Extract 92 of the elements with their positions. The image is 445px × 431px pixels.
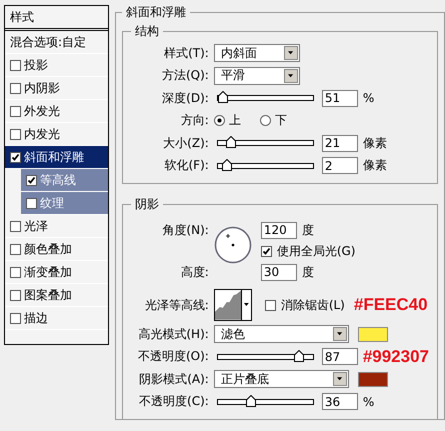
dropdown[interactable]: 正片叠底 <box>214 370 349 388</box>
number-field[interactable]: 87 <box>322 348 358 366</box>
sidebar-item[interactable]: 颜色叠加 <box>5 238 108 261</box>
dropdown[interactable]: 平滑 <box>214 66 300 85</box>
sidebar-item-label: 内阴影 <box>24 80 60 96</box>
sidebar-item-label: 纹理 <box>40 194 64 212</box>
dropdown-arrow-icon[interactable] <box>241 290 251 320</box>
field-label: 高光模式(H): <box>137 326 209 343</box>
checkbox[interactable] <box>10 128 21 140</box>
checkbox[interactable] <box>10 244 21 254</box>
slider-thumb[interactable] <box>222 158 232 171</box>
field-label: 高度: <box>180 264 209 280</box>
number-field[interactable]: 21 <box>322 134 358 152</box>
sidebar-item-label: 光泽 <box>24 218 48 234</box>
number-field[interactable]: 120 <box>260 222 297 238</box>
sidebar-item[interactable]: 斜面和浮雕 <box>5 146 108 169</box>
unit-label: 像素 <box>362 134 387 152</box>
slider-thumb[interactable] <box>218 91 228 104</box>
checkbox[interactable] <box>10 266 21 278</box>
unit-label: 度 <box>302 222 314 238</box>
field-label: 深度(D): <box>161 90 209 107</box>
checkbox-label: 消除锯齿(L) <box>280 296 345 314</box>
field-label: 阴影模式(A): <box>138 370 209 388</box>
radio-label: 上 <box>228 112 241 130</box>
sidebar-item[interactable]: 图案叠加 <box>5 284 108 307</box>
slider-thumb[interactable] <box>246 394 256 407</box>
sidebar-item[interactable]: 内阴影 <box>5 77 108 100</box>
sidebar-item[interactable]: 混合选项:自定 <box>5 31 108 54</box>
number-field[interactable]: 2 <box>322 157 358 174</box>
unit-label: % <box>362 91 374 106</box>
radio-button[interactable] <box>214 115 225 126</box>
checkbox[interactable] <box>10 106 21 116</box>
color-swatch[interactable] <box>358 326 388 342</box>
slider-thumb[interactable] <box>294 350 304 362</box>
checkbox[interactable] <box>26 174 37 186</box>
sidebar-item-label: 投影 <box>24 56 48 74</box>
sidebar-item-label: 图案叠加 <box>24 286 72 304</box>
unit-label: % <box>362 394 374 409</box>
dropdown[interactable]: 滤色 <box>214 325 349 344</box>
sidebar-item[interactable]: 纹理 <box>21 192 108 215</box>
sidebar-item-label: 描边 <box>24 310 48 326</box>
field-label: 光泽等高线: <box>144 296 209 314</box>
field-label: 不透明度(O): <box>136 348 209 366</box>
number-field[interactable]: 51 <box>322 90 358 107</box>
checkbox-label: 使用全局光(G) <box>276 242 356 260</box>
sidebar-item-label: 混合选项:自定 <box>10 34 86 50</box>
dropdown[interactable]: 内斜面 <box>214 44 300 62</box>
sidebar-item[interactable]: 描边 <box>5 307 108 330</box>
color-swatch[interactable] <box>358 372 388 387</box>
field-label: 不透明度(C): <box>138 393 209 410</box>
sidebar-item-label: 渐变叠加 <box>24 264 72 280</box>
field-label: 样式(T): <box>163 44 209 62</box>
field-label: 软化(F): <box>164 157 209 174</box>
number-field[interactable]: 30 <box>260 264 297 280</box>
sidebar-item[interactable]: 外发光 <box>5 100 108 123</box>
sidebar-item-label: 颜色叠加 <box>24 240 72 258</box>
color-code-annotation: #992307 <box>362 346 429 367</box>
checkbox[interactable] <box>10 60 21 70</box>
sidebar-item[interactable]: 投影 <box>5 54 108 77</box>
sidebar-item-label: 等高线 <box>40 172 76 188</box>
group-title: 结构 <box>134 23 160 40</box>
contour-graph-icon <box>214 290 242 320</box>
sidebar-item-label: 斜面和浮雕 <box>24 148 84 166</box>
sidebar-item[interactable]: 渐变叠加 <box>5 261 108 284</box>
color-code-annotation: #FEEC40 <box>354 295 428 315</box>
checkbox[interactable] <box>10 312 21 324</box>
group-title: 斜面和浮雕 <box>124 4 187 21</box>
contour-picker[interactable] <box>214 289 252 321</box>
slider-thumb[interactable] <box>226 136 236 148</box>
field-label: 方法(Q): <box>160 67 209 84</box>
unit-label: 度 <box>302 264 314 280</box>
unit-label: 像素 <box>362 157 387 174</box>
sidebar-item[interactable]: 等高线 <box>21 169 108 192</box>
field-label: 角度(N): <box>161 222 209 238</box>
style-list-title: 样式 <box>5 6 108 31</box>
checkbox[interactable] <box>10 152 21 162</box>
field-label: 方向: <box>180 112 209 130</box>
checkbox[interactable] <box>10 220 21 232</box>
angle-dial[interactable] <box>214 226 252 264</box>
checkbox[interactable] <box>260 246 272 256</box>
sidebar-item[interactable]: 光泽 <box>5 215 108 238</box>
sidebar-item-label: 外发光 <box>24 102 60 120</box>
field-label: 大小(Z): <box>162 134 209 152</box>
radio-button[interactable] <box>260 115 271 126</box>
checkbox[interactable] <box>10 290 21 300</box>
group-title: 阴影 <box>134 196 160 213</box>
checkbox[interactable] <box>264 300 276 310</box>
sidebar-item-label: 内发光 <box>24 126 60 142</box>
checkbox[interactable] <box>10 82 21 94</box>
number-field[interactable]: 36 <box>322 393 358 410</box>
radio-label: 下 <box>274 112 287 130</box>
checkbox[interactable] <box>26 198 37 208</box>
